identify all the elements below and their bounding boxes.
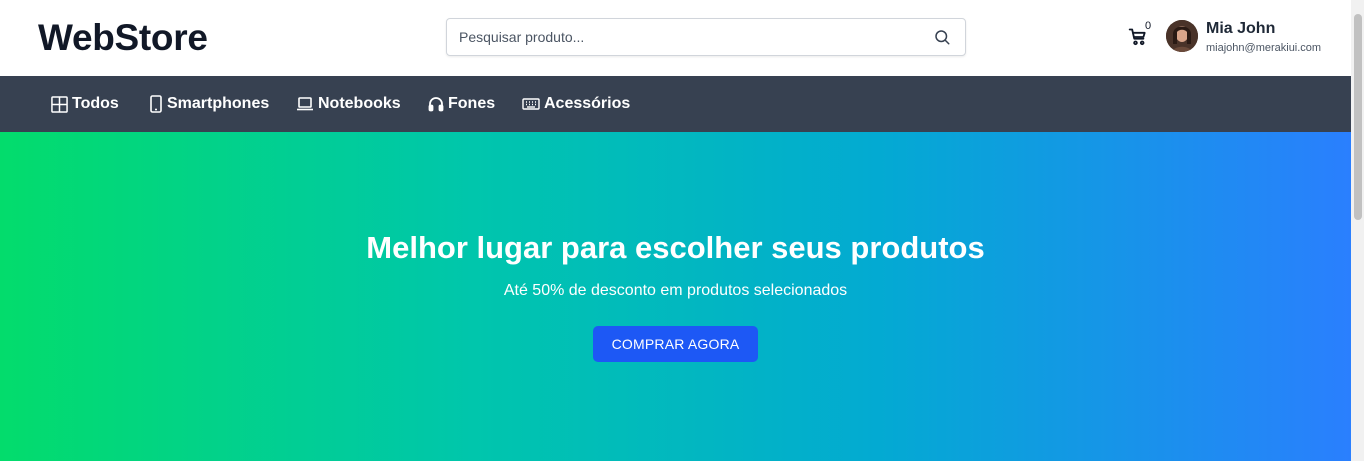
nav-item-label: Todos [72,95,119,112]
category-nav: Todos Smartphones Notebooks Fones Acessó… [0,76,1351,132]
grid-icon [51,95,68,113]
keyboard-icon [522,98,540,110]
buy-now-button[interactable]: COMPRAR AGORA [593,326,758,362]
smartphone-icon [150,95,162,113]
nav-item-fones[interactable]: Fones [428,76,495,132]
nav-item-todos[interactable]: Todos [51,76,119,132]
hero-banner: Melhor lugar para escolher seus produtos… [0,132,1351,461]
nav-item-label: Notebooks [318,95,401,112]
nav-item-notebooks[interactable]: Notebooks [296,76,401,132]
user-email: miajohn@merakiui.com [1206,42,1322,54]
header: WebStore 0 Mia John miajohn@merakiui.com [0,0,1351,76]
page-scrollbar[interactable] [1351,0,1364,461]
hero-subtitle: Até 50% de desconto em produtos selecion… [503,282,848,299]
hero-title: Melhor lugar para escolher seus produtos [366,230,985,265]
cart-button[interactable]: 0 [1128,20,1156,50]
nav-item-label: Fones [448,95,496,112]
laptop-icon [297,97,313,111]
user-name[interactable]: Mia John [1206,20,1275,38]
search-input[interactable] [459,19,919,55]
search-icon[interactable] [933,28,951,46]
nav-item-label: Smartphones [167,95,270,112]
nav-item-smartphones[interactable]: Smartphones [149,76,269,132]
headphones-icon [428,97,444,112]
scrollbar-thumb[interactable] [1354,14,1362,220]
nav-item-acessorios[interactable]: Acessórios [522,76,630,132]
avatar[interactable] [1166,20,1198,52]
logo[interactable]: WebStore [38,16,208,60]
nav-item-label: Acessórios [544,95,631,112]
cart-count-badge: 0 [1145,20,1152,32]
search-box[interactable] [446,18,966,56]
